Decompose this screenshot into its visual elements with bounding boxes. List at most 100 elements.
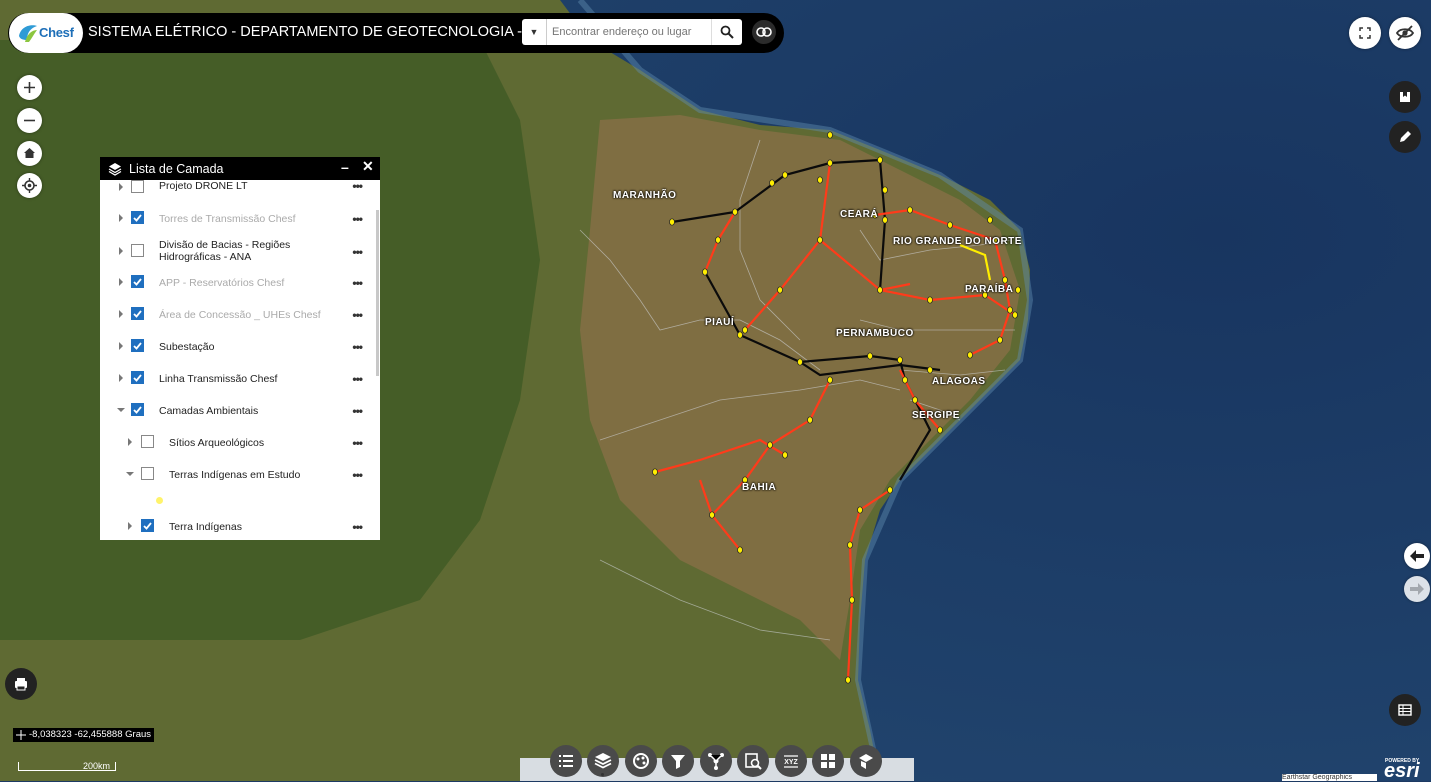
tower-marker[interactable] — [782, 451, 788, 459]
layer-item[interactable]: Linha Transmissão Chesf ••• — [100, 364, 376, 392]
layer-options-button[interactable]: ••• — [352, 404, 363, 418]
layer-options-button[interactable]: ••• — [352, 436, 363, 450]
layer-checkbox-checked[interactable] — [131, 403, 144, 416]
layer-options-button[interactable]: ••• — [352, 276, 363, 290]
tower-marker[interactable] — [827, 159, 833, 167]
tower-marker[interactable] — [877, 156, 883, 164]
tower-marker[interactable] — [912, 396, 918, 404]
tower-marker[interactable] — [817, 236, 823, 244]
layer-checkbox[interactable] — [131, 180, 144, 193]
tower-marker[interactable] — [877, 286, 883, 294]
layer-item[interactable]: Divisão de Bacias - Regiões Hidrográfica… — [100, 236, 376, 266]
hide-widgets-button[interactable] — [1389, 17, 1421, 49]
tower-marker[interactable] — [882, 186, 888, 194]
search-source-dropdown[interactable]: ▼ — [522, 19, 547, 45]
tower-marker[interactable] — [845, 676, 851, 684]
layer-group-item[interactable]: Camadas Ambientais ••• — [100, 396, 376, 424]
layer-checkbox-checked[interactable] — [131, 339, 144, 352]
close-button[interactable]: ✕ — [362, 158, 374, 175]
chevron-down-icon[interactable] — [117, 406, 125, 414]
tower-marker[interactable] — [907, 206, 913, 214]
layer-checkbox-checked[interactable] — [141, 519, 154, 532]
layer-checkbox[interactable] — [141, 467, 154, 480]
chevron-right-icon[interactable] — [117, 310, 125, 318]
tower-marker[interactable] — [827, 376, 833, 384]
chevron-right-icon[interactable] — [126, 522, 134, 530]
tower-marker[interactable] — [669, 218, 675, 226]
chevron-down-icon[interactable] — [126, 470, 134, 478]
tower-marker[interactable] — [737, 331, 743, 339]
layer-options-button[interactable]: ••• — [352, 308, 363, 322]
chevron-right-icon[interactable] — [117, 247, 125, 255]
layer-item[interactable]: Terras Indígenas em Estudo ••• — [100, 460, 376, 488]
layer-options-button[interactable]: ••• — [352, 468, 363, 482]
tower-marker[interactable] — [709, 511, 715, 519]
tower-marker[interactable] — [777, 286, 783, 294]
layer-checkbox-checked[interactable] — [131, 275, 144, 288]
tower-marker[interactable] — [1012, 311, 1018, 319]
tower-marker[interactable] — [732, 208, 738, 216]
toolbar-list-button[interactable] — [550, 745, 582, 777]
draw-button[interactable] — [1389, 121, 1421, 153]
chevron-right-icon[interactable] — [117, 278, 125, 286]
tower-marker[interactable] — [652, 468, 658, 476]
search-button[interactable] — [711, 19, 742, 45]
tower-marker[interactable] — [742, 326, 748, 334]
tower-marker[interactable] — [997, 336, 1003, 344]
chevron-right-icon[interactable] — [126, 438, 134, 446]
tower-marker[interactable] — [702, 268, 708, 276]
layer-options-button[interactable]: ••• — [352, 180, 363, 193]
panel-scrollbar[interactable] — [376, 210, 379, 376]
toolbar-dashboard-button[interactable] — [812, 745, 844, 777]
next-extent-button[interactable] — [1404, 576, 1430, 602]
layer-item[interactable]: Área de Concessão _ UHEs Chesf ••• — [100, 300, 376, 328]
attribute-table-button[interactable] — [1389, 694, 1421, 726]
layer-checkbox-checked[interactable] — [131, 371, 144, 384]
layer-item[interactable]: Subestação ••• — [100, 332, 376, 360]
tower-marker[interactable] — [937, 426, 943, 434]
home-button[interactable] — [17, 141, 42, 166]
layer-checkbox-checked[interactable] — [131, 211, 144, 224]
tower-marker[interactable] — [867, 352, 873, 360]
chevron-right-icon[interactable] — [117, 342, 125, 350]
zoom-in-button[interactable] — [17, 75, 42, 100]
tower-marker[interactable] — [857, 506, 863, 514]
tower-marker[interactable] — [797, 358, 803, 366]
tower-marker[interactable] — [807, 416, 813, 424]
layer-options-button[interactable]: ••• — [352, 340, 363, 354]
tower-marker[interactable] — [947, 221, 953, 229]
layer-options-button[interactable]: ••• — [352, 245, 363, 259]
tower-marker[interactable] — [769, 179, 775, 187]
search-input[interactable] — [552, 23, 702, 41]
locate-button[interactable] — [17, 173, 42, 198]
tower-marker[interactable] — [927, 296, 933, 304]
layer-item[interactable]: APP - Reservatórios Chesf ••• — [100, 268, 376, 296]
toolbar-filter-button[interactable] — [662, 745, 694, 777]
layer-options-button[interactable]: ••• — [352, 212, 363, 226]
zoom-out-button[interactable] — [17, 108, 42, 133]
tower-marker[interactable] — [1015, 286, 1021, 294]
layer-checkbox[interactable] — [141, 435, 154, 448]
tower-marker[interactable] — [1002, 276, 1008, 284]
tower-marker[interactable] — [847, 541, 853, 549]
tower-marker[interactable] — [737, 546, 743, 554]
layer-options-button[interactable]: ••• — [352, 520, 363, 534]
tower-marker[interactable] — [849, 596, 855, 604]
layer-checkbox-checked[interactable] — [131, 307, 144, 320]
tower-marker[interactable] — [902, 376, 908, 384]
layer-checkbox[interactable] — [131, 244, 144, 257]
layer-item[interactable]: Torres de Transmissão Chesf ••• — [100, 204, 376, 232]
tower-marker[interactable] — [887, 486, 893, 494]
tower-marker[interactable] — [767, 441, 773, 449]
tower-marker[interactable] — [715, 236, 721, 244]
tower-marker[interactable] — [967, 351, 973, 359]
chevron-right-icon[interactable] — [117, 374, 125, 382]
layer-item[interactable]: Sítios Arqueológicos ••• — [100, 428, 376, 456]
tower-marker[interactable] — [897, 356, 903, 364]
layer-item[interactable]: Projeto DRONE LT ••• — [100, 180, 376, 193]
tower-marker[interactable] — [817, 176, 823, 184]
chevron-right-icon[interactable] — [117, 214, 125, 222]
minimize-button[interactable]: – — [341, 159, 349, 175]
previous-extent-button[interactable] — [1404, 543, 1430, 569]
print-button[interactable] — [5, 668, 37, 700]
